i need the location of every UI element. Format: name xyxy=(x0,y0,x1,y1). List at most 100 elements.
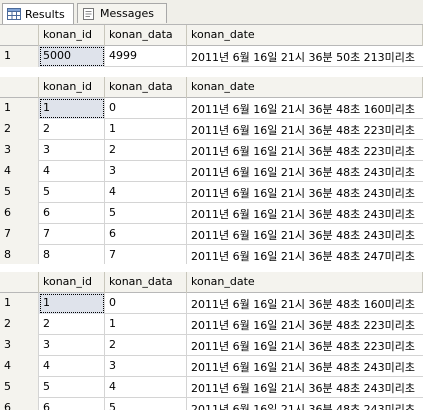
cell-konan-data[interactable]: 2 xyxy=(105,335,187,356)
cell-konan-id[interactable]: 1 xyxy=(39,98,105,119)
cell-konan-data[interactable]: 6 xyxy=(105,224,187,245)
row-number[interactable]: 7 xyxy=(0,224,39,245)
tab-messages-label: Messages xyxy=(100,7,154,20)
cell-konan-id[interactable]: 8 xyxy=(39,245,105,264)
cell-konan-data[interactable]: 1 xyxy=(105,119,187,140)
column-header-konan-date[interactable]: konan_date xyxy=(187,25,423,46)
cell-konan-date[interactable]: 2011년 6월 16일 21시 36분 48초 160미리초 xyxy=(187,293,423,314)
result-grid-3[interactable]: konan_id konan_data konan_date 1 1 0 201… xyxy=(0,272,423,410)
column-header-konan-id[interactable]: konan_id xyxy=(39,25,105,46)
table-row[interactable]: 8 8 7 2011년 6월 16일 21시 36분 48초 247미리초 xyxy=(0,245,423,264)
cell-konan-data[interactable]: 0 xyxy=(105,98,187,119)
table-row[interactable]: 6 6 5 2011년 6월 16일 21시 36분 48초 243미리초 xyxy=(0,203,423,224)
row-number[interactable]: 5 xyxy=(0,377,39,398)
cell-konan-date[interactable]: 2011년 6월 16일 21시 36분 48초 243미리초 xyxy=(187,356,423,377)
row-number[interactable]: 3 xyxy=(0,140,39,161)
cell-konan-id[interactable]: 3 xyxy=(39,140,105,161)
table-row[interactable]: 3 3 2 2011년 6월 16일 21시 36분 48초 223미리초 xyxy=(0,335,423,356)
cell-konan-data[interactable]: 3 xyxy=(105,161,187,182)
cell-konan-date[interactable]: 2011년 6월 16일 21시 36분 48초 243미리초 xyxy=(187,398,423,410)
cell-konan-data[interactable]: 4 xyxy=(105,182,187,203)
corner-cell[interactable] xyxy=(0,25,39,46)
column-header-konan-date[interactable]: konan_date xyxy=(187,77,423,98)
cell-konan-date[interactable]: 2011년 6월 16일 21시 36분 50초 213미리초 xyxy=(187,46,423,67)
cell-konan-id[interactable]: 5 xyxy=(39,182,105,203)
tab-results[interactable]: Results xyxy=(2,3,74,24)
cell-konan-id[interactable]: 5000 xyxy=(39,46,105,67)
cell-konan-id[interactable]: 1 xyxy=(39,293,105,314)
cell-konan-data[interactable]: 4999 xyxy=(105,46,187,67)
cell-konan-date[interactable]: 2011년 6월 16일 21시 36분 48초 243미리초 xyxy=(187,224,423,245)
grid-splitter[interactable] xyxy=(0,70,423,77)
cell-konan-id[interactable]: 6 xyxy=(39,203,105,224)
corner-cell[interactable] xyxy=(0,77,39,98)
cell-konan-id[interactable]: 3 xyxy=(39,335,105,356)
column-header-konan-date[interactable]: konan_date xyxy=(187,272,423,293)
table-row[interactable]: 1 1 0 2011년 6월 16일 21시 36분 48초 160미리초 xyxy=(0,98,423,119)
table-row[interactable]: 5 5 4 2011년 6월 16일 21시 36분 48초 243미리초 xyxy=(0,182,423,203)
cell-konan-data[interactable]: 5 xyxy=(105,203,187,224)
row-number[interactable]: 3 xyxy=(0,335,39,356)
cell-konan-id[interactable]: 4 xyxy=(39,161,105,182)
cell-konan-date[interactable]: 2011년 6월 16일 21시 36분 48초 223미리초 xyxy=(187,335,423,356)
tab-messages[interactable]: Messages xyxy=(77,3,167,23)
row-number[interactable]: 4 xyxy=(0,161,39,182)
cell-konan-date[interactable]: 2011년 6월 16일 21시 36분 48초 243미리초 xyxy=(187,377,423,398)
cell-konan-date[interactable]: 2011년 6월 16일 21시 36분 48초 243미리초 xyxy=(187,182,423,203)
cell-konan-id[interactable]: 7 xyxy=(39,224,105,245)
cell-konan-date[interactable]: 2011년 6월 16일 21시 36분 48초 223미리초 xyxy=(187,140,423,161)
row-number[interactable]: 6 xyxy=(0,398,39,410)
grid-splitter[interactable] xyxy=(0,264,423,272)
messages-icon xyxy=(83,7,94,20)
row-number[interactable]: 2 xyxy=(0,119,39,140)
cell-konan-id[interactable]: 2 xyxy=(39,119,105,140)
cell-konan-date[interactable]: 2011년 6월 16일 21시 36분 48초 247미리초 xyxy=(187,245,423,264)
row-number[interactable]: 1 xyxy=(0,46,39,67)
table-row[interactable]: 1 5000 4999 2011년 6월 16일 21시 36분 50초 213… xyxy=(0,46,423,67)
cell-konan-data[interactable]: 0 xyxy=(105,293,187,314)
cell-konan-data[interactable]: 3 xyxy=(105,356,187,377)
column-header-konan-id[interactable]: konan_id xyxy=(39,77,105,98)
table-row[interactable]: 7 7 6 2011년 6월 16일 21시 36분 48초 243미리초 xyxy=(0,224,423,245)
table-row[interactable]: 4 4 3 2011년 6월 16일 21시 36분 48초 243미리초 xyxy=(0,356,423,377)
cell-konan-id[interactable]: 2 xyxy=(39,314,105,335)
cell-konan-id[interactable]: 4 xyxy=(39,356,105,377)
table-row[interactable]: 2 2 1 2011년 6월 16일 21시 36분 48초 223미리초 xyxy=(0,314,423,335)
row-number[interactable]: 2 xyxy=(0,314,39,335)
column-header-konan-data[interactable]: konan_data xyxy=(105,272,187,293)
column-header-konan-id[interactable]: konan_id xyxy=(39,272,105,293)
row-number[interactable]: 1 xyxy=(0,98,39,119)
corner-cell[interactable] xyxy=(0,272,39,293)
table-row[interactable]: 3 3 2 2011년 6월 16일 21시 36분 48초 223미리초 xyxy=(0,140,423,161)
grid-header: konan_id konan_data konan_date xyxy=(0,272,423,293)
cell-konan-data[interactable]: 7 xyxy=(105,245,187,264)
table-row[interactable]: 4 4 3 2011년 6월 16일 21시 36분 48초 243미리초 xyxy=(0,161,423,182)
row-number[interactable]: 5 xyxy=(0,182,39,203)
tab-results-label: Results xyxy=(25,7,65,21)
cell-konan-date[interactable]: 2011년 6월 16일 21시 36분 48초 223미리초 xyxy=(187,314,423,335)
cell-konan-date[interactable]: 2011년 6월 16일 21시 36분 48초 160미리초 xyxy=(187,98,423,119)
cell-konan-data[interactable]: 5 xyxy=(105,398,187,410)
row-number[interactable]: 1 xyxy=(0,293,39,314)
cell-konan-date[interactable]: 2011년 6월 16일 21시 36분 48초 243미리초 xyxy=(187,161,423,182)
table-row[interactable]: 5 5 4 2011년 6월 16일 21시 36분 48초 243미리초 xyxy=(0,377,423,398)
cell-konan-data[interactable]: 1 xyxy=(105,314,187,335)
result-grid-1[interactable]: konan_id konan_data konan_date 1 5000 49… xyxy=(0,25,423,70)
cell-konan-data[interactable]: 4 xyxy=(105,377,187,398)
cell-konan-data[interactable]: 2 xyxy=(105,140,187,161)
result-grid-2[interactable]: konan_id konan_data konan_date 1 1 0 201… xyxy=(0,77,423,264)
table-row[interactable]: 6 6 5 2011년 6월 16일 21시 36분 48초 243미리초 xyxy=(0,398,423,410)
cell-konan-id[interactable]: 6 xyxy=(39,398,105,410)
row-number[interactable]: 4 xyxy=(0,356,39,377)
cell-konan-id[interactable]: 5 xyxy=(39,377,105,398)
cell-konan-date[interactable]: 2011년 6월 16일 21시 36분 48초 223미리초 xyxy=(187,119,423,140)
results-tab-bar: Results Messages xyxy=(0,0,423,25)
cell-konan-date[interactable]: 2011년 6월 16일 21시 36분 48초 243미리초 xyxy=(187,203,423,224)
row-number[interactable]: 6 xyxy=(0,203,39,224)
table-row[interactable]: 1 1 0 2011년 6월 16일 21시 36분 48초 160미리초 xyxy=(0,293,423,314)
table-row[interactable]: 2 2 1 2011년 6월 16일 21시 36분 48초 223미리초 xyxy=(0,119,423,140)
column-header-konan-data[interactable]: konan_data xyxy=(105,25,187,46)
grid-icon xyxy=(7,8,21,20)
row-number[interactable]: 8 xyxy=(0,245,39,264)
column-header-konan-data[interactable]: konan_data xyxy=(105,77,187,98)
